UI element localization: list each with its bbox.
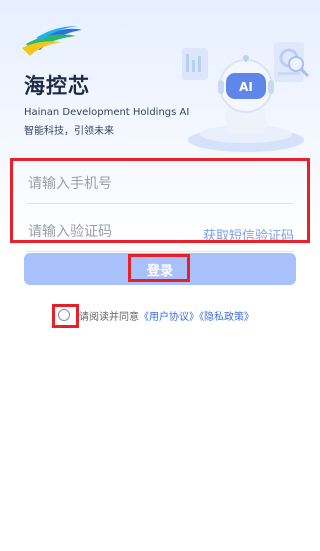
app-title: 海控芯 <box>24 74 90 98</box>
company-english-name: Hainan Development Holdings AI <box>24 107 190 118</box>
ai-badge-text: AI <box>239 80 253 94</box>
agreement-prefix: 请阅读并同意 <box>79 312 139 323</box>
get-sms-code-button[interactable]: 获取短信验证码 <box>203 225 294 244</box>
code-input[interactable] <box>26 219 200 245</box>
agreement-text: 请阅读并同意《用户协议》《隐私政策》 <box>79 308 254 323</box>
privacy-policy-link[interactable]: 《隐私政策》 <box>199 312 254 323</box>
agreement-row: 请阅读并同意《用户协议》《隐私政策》 <box>52 304 312 328</box>
login-form: 获取短信验证码 <box>20 157 300 252</box>
phone-input[interactable] <box>26 171 200 197</box>
code-field: 获取短信验证码 <box>26 211 294 252</box>
ai-robot-illustration: AI <box>182 42 310 152</box>
slogan: 智能科技，引领未来 <box>24 126 114 137</box>
phone-field <box>26 163 294 204</box>
login-button-label: 登录 <box>146 262 173 278</box>
login-button[interactable]: 登录 <box>24 253 296 285</box>
user-agreement-link[interactable]: 《用户协议》 <box>139 312 199 323</box>
logo-icon <box>22 26 82 56</box>
agree-checkbox[interactable] <box>58 309 70 321</box>
